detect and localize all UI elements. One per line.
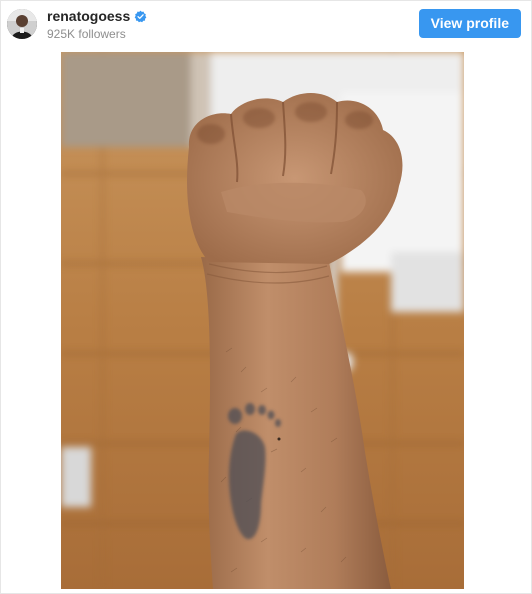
verified-badge-icon bbox=[134, 10, 147, 23]
followers-count: 925K followers bbox=[47, 27, 126, 41]
user-block: renatogoess 925K followers bbox=[47, 8, 147, 42]
username[interactable]: renatogoess bbox=[47, 8, 130, 25]
username-row: renatogoess bbox=[47, 8, 147, 25]
arm-photo-illustration bbox=[61, 52, 464, 589]
instagram-embed: renatogoess 925K followers View profile bbox=[0, 0, 532, 594]
post-header: renatogoess 925K followers View profile bbox=[1, 1, 531, 49]
post-photo[interactable] bbox=[61, 52, 464, 589]
view-profile-button[interactable]: View profile bbox=[418, 9, 521, 38]
avatar[interactable] bbox=[7, 9, 37, 39]
